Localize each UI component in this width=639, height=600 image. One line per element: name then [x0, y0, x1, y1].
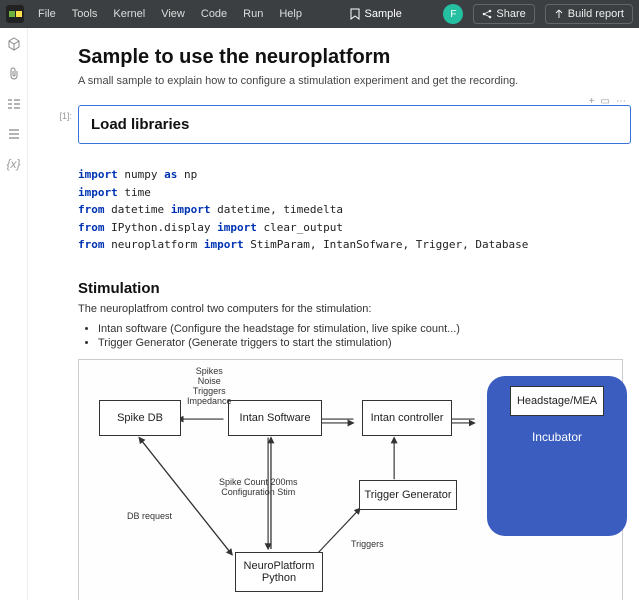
notebook-content[interactable]: Sample to use the neuroplatform A small … [28, 28, 639, 600]
variables-icon[interactable]: {x} [6, 156, 22, 172]
outline-icon[interactable] [6, 126, 22, 142]
share-button[interactable]: Share [473, 4, 534, 24]
label-db-request: DB request [127, 512, 172, 522]
cell-more-icon[interactable]: ⋯ [616, 96, 626, 107]
cell-add-icon[interactable]: + [589, 96, 595, 107]
incubator-box: Headstage/MEA Incubator [487, 376, 627, 536]
box-trigger-generator: Trigger Generator [359, 480, 457, 510]
box-intan-controller: Intan controller [362, 400, 452, 436]
app-icon[interactable] [6, 5, 24, 23]
menu-file[interactable]: File [32, 4, 62, 24]
menu-help[interactable]: Help [273, 4, 308, 24]
avatar[interactable]: F [443, 4, 463, 24]
notebook-bookmark[interactable]: Sample [340, 8, 412, 20]
toc-icon[interactable] [6, 96, 22, 112]
menu-kernel[interactable]: Kernel [107, 4, 151, 24]
bookmark-icon [350, 8, 360, 20]
box-neuroplatform-python: NeuroPlatform Python [235, 552, 323, 592]
label-spikes: Spikes Noise Triggers Impedance [187, 367, 232, 407]
code-cell[interactable]: import numpy as np import time from date… [36, 160, 631, 260]
share-label: Share [496, 8, 525, 20]
share-icon [482, 9, 492, 19]
page-subtitle: A small sample to explain how to configu… [78, 75, 631, 87]
stimulation-bullets: Intan software (Configure the headstage … [98, 323, 631, 349]
menu-view[interactable]: View [155, 4, 191, 24]
code-block[interactable]: import numpy as np import time from date… [78, 160, 631, 260]
build-report-label: Build report [568, 8, 624, 20]
build-report-button[interactable]: Build report [545, 4, 633, 24]
markdown-cell[interactable]: [1]: + ▭ ⋯ Load libraries [36, 105, 631, 148]
left-rail: {x} [0, 28, 28, 600]
label-triggers: Triggers [351, 540, 384, 550]
page-title: Sample to use the neuroplatform [78, 46, 631, 69]
box-headstage: Headstage/MEA [510, 386, 604, 416]
label-spikecount: Spike Count 200ms Configuration Stim [219, 478, 298, 498]
report-icon [554, 9, 564, 19]
incubator-label: Incubator [532, 430, 582, 444]
architecture-diagram: Spike DB Intan Software Intan controller… [78, 359, 623, 600]
box-intan-software: Intan Software [228, 400, 322, 436]
menu-tools[interactable]: Tools [66, 4, 104, 24]
box-spike-db: Spike DB [99, 400, 181, 436]
menu-code[interactable]: Code [195, 4, 233, 24]
attachment-icon[interactable] [6, 66, 22, 82]
cell-prompt: [1]: [36, 105, 78, 148]
cell-type-icon[interactable]: ▭ [601, 96, 610, 107]
menu-run[interactable]: Run [237, 4, 269, 24]
cube-icon[interactable] [6, 36, 22, 52]
list-item: Trigger Generator (Generate triggers to … [98, 337, 631, 349]
bookmark-label: Sample [365, 8, 402, 20]
list-item: Intan software (Configure the headstage … [98, 323, 631, 335]
stimulation-desc: The neuroplatfrom control two computers … [78, 303, 631, 315]
stimulation-heading: Stimulation [78, 280, 631, 297]
cell-heading: Load libraries [91, 116, 618, 133]
top-menubar: File Tools Kernel View Code Run Help Sam… [0, 0, 639, 28]
